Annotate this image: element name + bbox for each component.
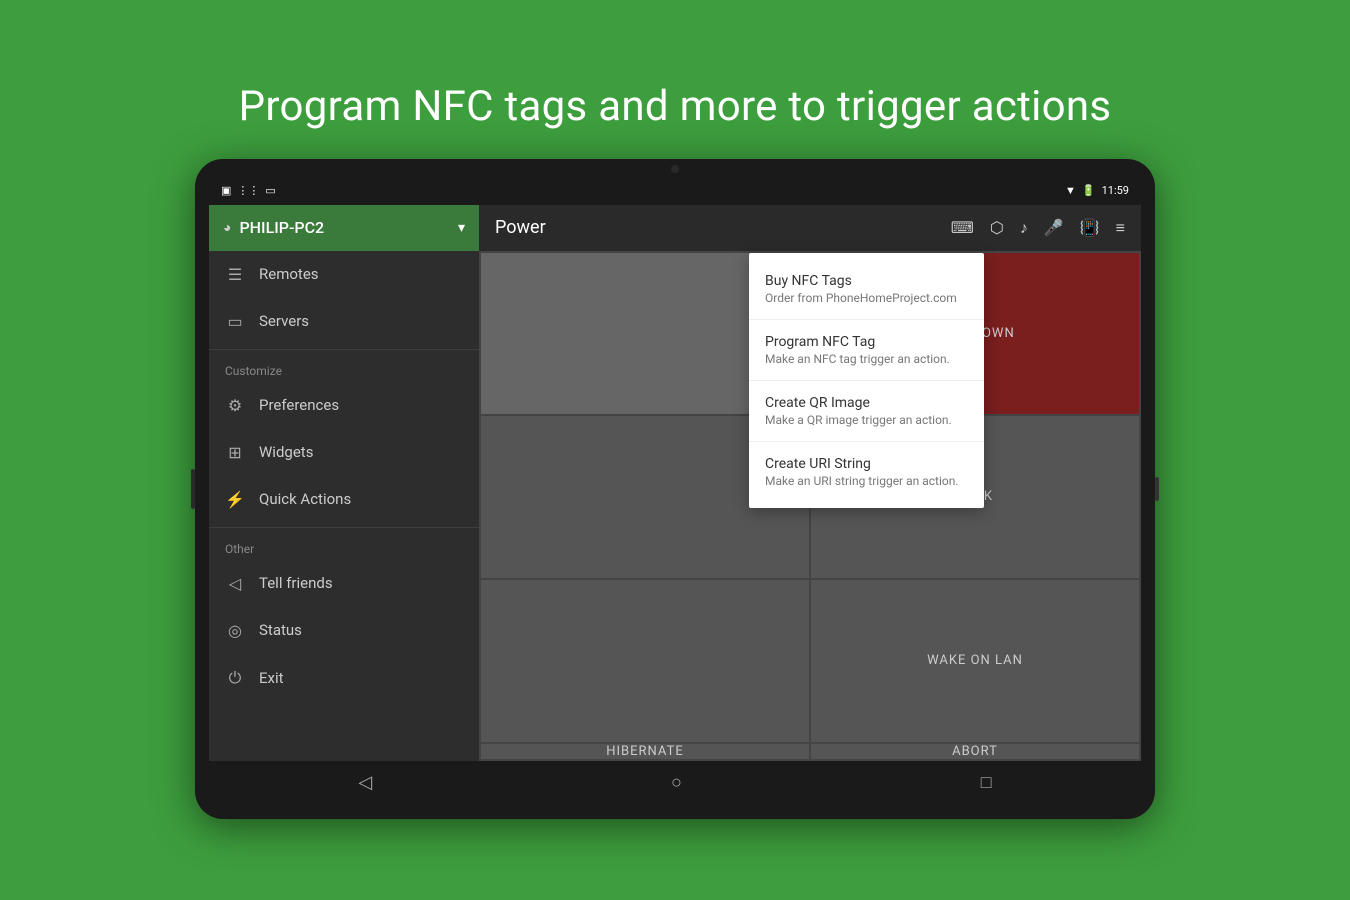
main-content: Power ⌨ ⬡ ♪ 🎤 📳 ≡ [479,205,1141,761]
popup-item-program-nfc-tag[interactable]: Program NFC Tag Make an NFC tag trigger … [749,322,984,378]
popup-item-buy-nfc-tags[interactable]: Buy NFC Tags Order from PhoneHomeProject… [749,261,984,317]
program-nfc-tag-title: Program NFC Tag [765,334,968,350]
create-qr-image-title: Create QR Image [765,395,968,411]
sidebar-widgets-label: Widgets [259,443,313,461]
nav-back-icon[interactable]: ◁ [358,772,372,793]
exit-icon: ⏻ [225,668,245,688]
sidebar-divider-1 [209,349,479,350]
sidebar-status-label: Status [259,621,302,639]
sidebar-item-widgets[interactable]: ⊞ Widgets [209,429,479,476]
sidebar-tell-friends-label: Tell friends [259,574,333,592]
tablet-frame: ▣ ⋮⋮ ▭ ▼ 🔋 11:59 ◕ PHILIP-PC2 [195,159,1155,819]
sidebar-item-quick-actions[interactable]: ⚡ Quick Actions [209,476,479,523]
other-section-label: Other [209,532,479,560]
sidebar-item-servers[interactable]: ▭ Servers [209,298,479,345]
sidebar-item-tell-friends[interactable]: ◁ Tell friends [209,560,479,607]
app-area: ◕ PHILIP-PC2 ▾ ☰ Remotes ▭ Servers [209,205,1141,761]
battery-icon: 🔋 [1082,184,1096,197]
servers-icon: ▭ [225,312,245,331]
sidebar-dropdown-icon: ▾ [458,220,465,236]
sidebar-device-name: PHILIP-PC2 [239,218,450,237]
remotes-icon: ☰ [225,265,245,284]
create-qr-image-subtitle: Make a QR image trigger an action. [765,413,968,427]
tell-friends-icon: ◁ [225,574,245,593]
sidebar-item-status[interactable]: ◎ Status [209,607,479,654]
popup-item-create-uri-string[interactable]: Create URI String Make an URI string tri… [749,444,984,500]
sidebar-remotes-label: Remotes [259,265,319,283]
tablet-side-button-right [1155,477,1159,501]
sidebar-exit-label: Exit [259,669,284,687]
page-title: Program NFC tags and more to trigger act… [239,82,1112,131]
customize-section-label: Customize [209,354,479,382]
popup-divider-3 [749,441,984,442]
popup-overlay[interactable]: Buy NFC Tags Order from PhoneHomeProject… [479,205,1141,761]
sidebar-divider-2 [209,527,479,528]
sidebar-servers-label: Servers [259,312,309,330]
page-background: Program NFC tags and more to trigger act… [0,0,1350,900]
sidebar-preferences-label: Preferences [259,396,339,414]
sidebar-wifi-icon: ◕ [223,219,231,236]
cast-icon: ⋮⋮ [237,184,259,197]
buy-nfc-tags-title: Buy NFC Tags [765,273,968,289]
nav-home-icon[interactable]: ○ [671,772,682,793]
popup-divider-2 [749,380,984,381]
buy-nfc-tags-subtitle: Order from PhoneHomeProject.com [765,291,968,305]
tablet-camera [671,165,679,173]
create-uri-string-title: Create URI String [765,456,968,472]
create-uri-string-subtitle: Make an URI string trigger an action. [765,474,968,488]
widgets-icon: ⊞ [225,443,245,462]
sidebar-item-exit[interactable]: ⏻ Exit [209,654,479,702]
status-icon: ◎ [225,621,245,640]
wifi-icon: ▼ [1065,184,1076,197]
sidebar: ◕ PHILIP-PC2 ▾ ☰ Remotes ▭ Servers [209,205,479,761]
nav-bar: ◁ ○ □ [209,761,1141,805]
quick-actions-icon: ⚡ [225,490,245,509]
sidebar-quick-actions-label: Quick Actions [259,490,351,508]
status-bar-left: ▣ ⋮⋮ ▭ [221,184,276,197]
sidebar-item-preferences[interactable]: ⚙ Preferences [209,382,479,429]
status-bar-right: ▼ 🔋 11:59 [1065,184,1129,197]
tablet-screen: ▣ ⋮⋮ ▭ ▼ 🔋 11:59 ◕ PHILIP-PC2 [209,177,1141,805]
popup-item-create-qr-image[interactable]: Create QR Image Make a QR image trigger … [749,383,984,439]
sidebar-item-remotes[interactable]: ☰ Remotes [209,251,479,298]
time-display: 11:59 [1102,184,1129,197]
popup-menu: Buy NFC Tags Order from PhoneHomeProject… [749,253,984,508]
program-nfc-tag-subtitle: Make an NFC tag trigger an action. [765,352,968,366]
status-bar: ▣ ⋮⋮ ▭ ▼ 🔋 11:59 [209,177,1141,205]
tablet-side-button-left [191,469,195,509]
screenshot-icon: ▣ [221,184,231,197]
popup-divider-1 [749,319,984,320]
preferences-icon: ⚙ [225,396,245,415]
battery-saver-icon: ▭ [265,184,275,197]
sidebar-header[interactable]: ◕ PHILIP-PC2 ▾ [209,205,479,251]
nav-recent-icon[interactable]: □ [981,772,992,793]
